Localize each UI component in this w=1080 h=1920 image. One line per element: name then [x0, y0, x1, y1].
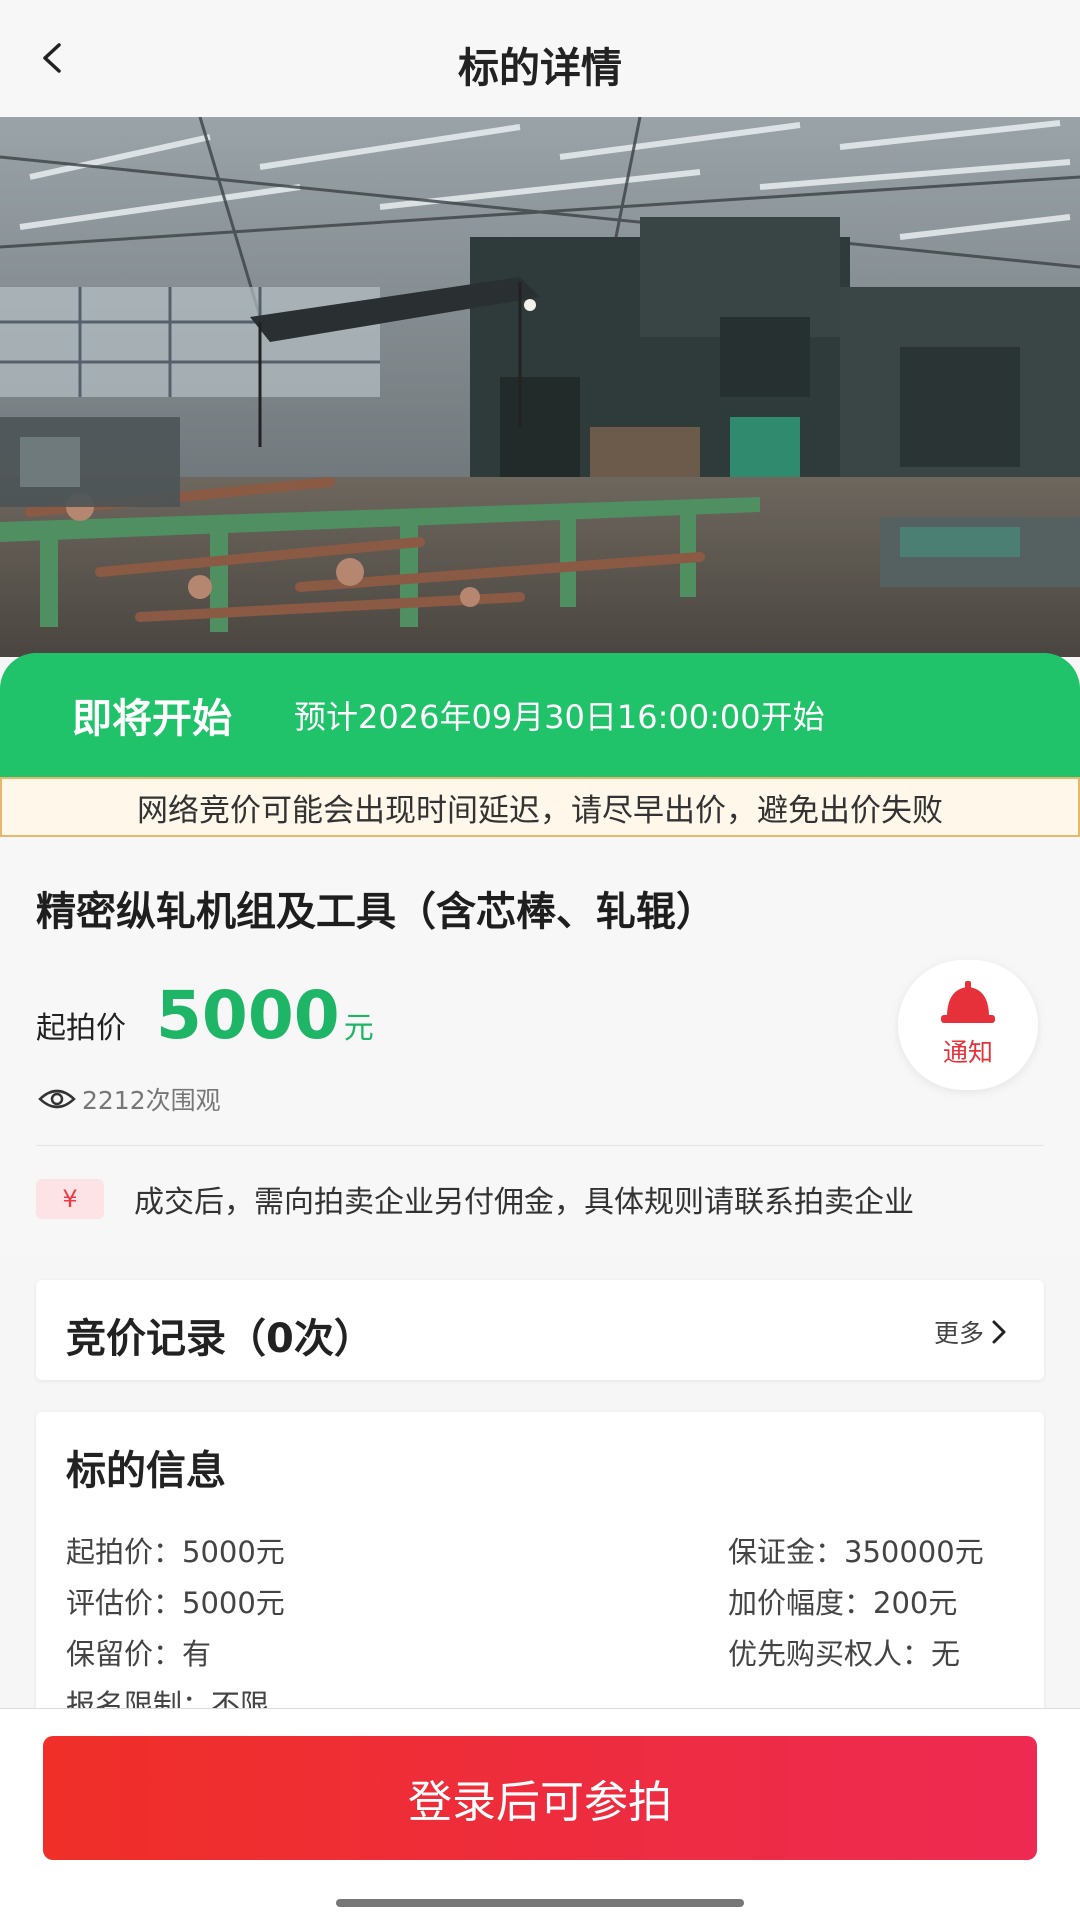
notify-label: 通知	[942, 1038, 993, 1067]
chevron-right-icon	[992, 1320, 1006, 1344]
more-label: 更多	[933, 1319, 984, 1348]
home-indicator[interactable]	[336, 1899, 744, 1907]
price-unit: 元	[343, 1011, 374, 1046]
bottom-action-bar: 登录后可参拍	[0, 1708, 1080, 1920]
item-info-card: 标的信息 起拍价：5000元 保证金：350000元 评估价：5000元 加价幅…	[36, 1412, 1044, 1712]
bid-record-card[interactable]: 竞价记录（0次） 更多	[36, 1280, 1044, 1380]
starting-price-info: 起拍价：5000元	[66, 1534, 285, 1569]
page-title: 标的详情	[458, 44, 622, 92]
bid-increment-info: 加价幅度：200元	[728, 1585, 958, 1620]
commission-notice: ¥ 成交后，需向拍卖企业另付佣金，具体规则请联系拍卖企业	[36, 1177, 914, 1221]
more-button[interactable]: 更多	[934, 1314, 1008, 1350]
info-grid: 起拍价：5000元 保证金：350000元 评估价：5000元 加价幅度：200…	[66, 1524, 1016, 1713]
info-row: 评估价：5000元 加价幅度：200元	[66, 1575, 1016, 1626]
divider	[36, 1145, 1044, 1146]
item-photo[interactable]	[0, 117, 1080, 657]
price-label: 起拍价	[36, 1011, 126, 1046]
auction-status-banner: 即将开始 预计2026年09月30日16:00:00开始	[0, 653, 1080, 777]
notify-button[interactable]: 通知	[898, 960, 1038, 1090]
item-title: 精密纵轧机组及工具（含芯棒、轧辊）	[36, 889, 716, 935]
status-label: 即将开始	[72, 696, 232, 742]
view-count-text: 2212次围观	[82, 1086, 221, 1115]
info-title: 标的信息	[66, 1448, 226, 1494]
yen-icon: ¥	[36, 1179, 104, 1219]
start-time: 预计2026年09月30日16:00:00开始	[294, 698, 825, 736]
eye-icon	[38, 1089, 76, 1109]
top-bar: 标的详情	[0, 0, 1080, 117]
deposit-info: 保证金：350000元	[728, 1534, 984, 1569]
login-to-bid-button[interactable]: 登录后可参拍	[43, 1736, 1037, 1860]
price-value: 5000	[156, 977, 340, 1054]
reserve-price-info: 保留价：有	[66, 1636, 212, 1671]
bid-record-title: 竞价记录（0次）	[66, 1316, 374, 1362]
appraisal-price-info: 评估价：5000元	[66, 1585, 285, 1620]
commission-text: 成交后，需向拍卖企业另付佣金，具体规则请联系拍卖企业	[134, 1185, 914, 1220]
preemptive-right-info: 优先购买权人：无	[728, 1636, 961, 1671]
bell-icon	[941, 981, 995, 1023]
view-count: 2212次围观	[38, 1081, 221, 1117]
starting-price: 起拍价 5000 元	[36, 977, 374, 1054]
info-row: 起拍价：5000元 保证金：350000元	[66, 1524, 1016, 1575]
info-row: 报名限制：不限	[66, 1677, 1016, 1713]
delay-notice: 网络竞价可能会出现时间延迟，请尽早出价，避免出价失败	[0, 777, 1080, 837]
info-row: 保留价：有 优先购买权人：无	[66, 1626, 1016, 1677]
